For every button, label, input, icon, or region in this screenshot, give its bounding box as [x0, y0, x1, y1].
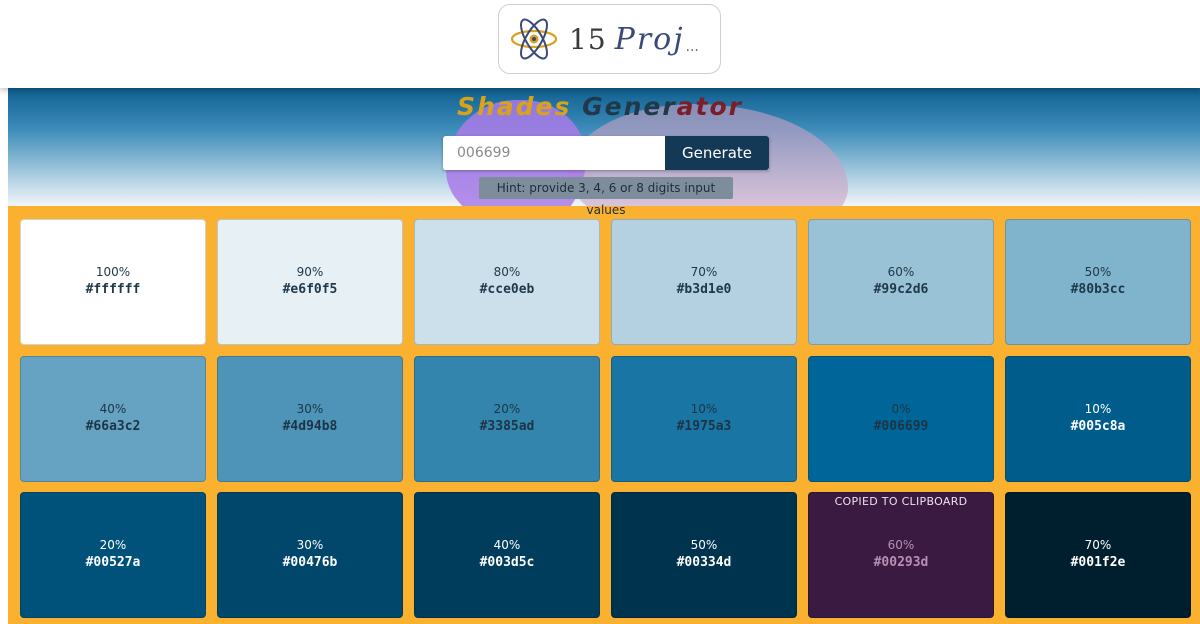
shade-percent: 70%	[690, 265, 718, 279]
shade-hex: #99c2d6	[873, 282, 929, 297]
shade-percent: 10%	[690, 402, 718, 416]
shade-percent: 20%	[493, 402, 521, 416]
input-hint: Hint: provide 3, 4, 6 or 8 digits input …	[479, 177, 733, 217]
shade-percent: 90%	[296, 265, 324, 279]
shade-hex: #3385ad	[479, 419, 535, 434]
shade-tile[interactable]: 50% #00334d	[611, 492, 797, 618]
shade-tile[interactable]: 20% #00527a	[20, 492, 206, 618]
page-title: Shades Generator	[0, 92, 1200, 121]
shade-tile[interactable]: COPIED TO CLIPBOARD 60% #00293d	[808, 492, 994, 618]
copied-notice: COPIED TO CLIPBOARD	[834, 495, 968, 508]
shade-hex: #00476b	[282, 555, 338, 570]
shade-percent: 10%	[1084, 402, 1112, 416]
shade-percent: 50%	[1084, 265, 1112, 279]
shade-percent: 0%	[891, 402, 911, 416]
shade-hex: #006699	[873, 419, 929, 434]
shade-hex: #00527a	[85, 555, 141, 570]
shade-tile[interactable]: 30% #4d94b8	[217, 356, 403, 482]
shade-tile[interactable]: 60% #99c2d6	[808, 219, 994, 345]
shade-tile[interactable]: 20% #3385ad	[414, 356, 600, 482]
shade-tile[interactable]: 10% #005c8a	[1005, 356, 1191, 482]
shade-tile[interactable]: 100% #ffffff	[20, 219, 206, 345]
generate-button[interactable]: Generate	[665, 136, 769, 170]
shade-hex: #b3d1e0	[676, 282, 732, 297]
shade-hex: #005c8a	[1070, 419, 1126, 434]
site-logo[interactable]: 15 Proj ...	[498, 4, 721, 74]
shade-percent: 80%	[493, 265, 521, 279]
shade-hex: #001f2e	[1070, 555, 1126, 570]
shade-hex: #ffffff	[85, 282, 141, 297]
title-word-gener: Gener	[582, 92, 677, 121]
shade-percent: 30%	[296, 538, 324, 552]
shade-tile[interactable]: 40% #003d5c	[414, 492, 600, 618]
shade-percent: 60%	[887, 538, 915, 552]
top-bar: 15 Proj ...	[0, 0, 1200, 88]
shade-tile[interactable]: 0% #006699	[808, 356, 994, 482]
shade-tile[interactable]: 70% #b3d1e0	[611, 219, 797, 345]
shade-tile[interactable]: 70% #001f2e	[1005, 492, 1191, 618]
shade-tile[interactable]: 40% #66a3c2	[20, 356, 206, 482]
shade-tile[interactable]: 30% #00476b	[217, 492, 403, 618]
shade-hex: #66a3c2	[85, 419, 141, 434]
shade-hex: #cce0eb	[479, 282, 535, 297]
logo-dots: ...	[685, 39, 699, 55]
color-search-form: Generate	[443, 136, 769, 170]
shade-hex: #80b3cc	[1070, 282, 1126, 297]
shade-hex: #e6f0f5	[282, 282, 338, 297]
shade-hex: #00293d	[873, 555, 929, 570]
color-input[interactable]	[443, 136, 665, 170]
shade-percent: 40%	[99, 402, 127, 416]
atom-icon	[510, 18, 558, 60]
shade-percent: 30%	[296, 402, 324, 416]
shade-tile[interactable]: 80% #cce0eb	[414, 219, 600, 345]
shade-percent: 50%	[690, 538, 718, 552]
shade-percent: 60%	[887, 265, 915, 279]
logo-script-text: Proj	[614, 21, 685, 57]
shades-grid: 100% #ffffff 90% #e6f0f5 80% #cce0eb 70% #b3d1e…	[8, 206, 1200, 624]
shade-hex: #003d5c	[479, 555, 535, 570]
shade-tile[interactable]: 50% #80b3cc	[1005, 219, 1191, 345]
shade-tile[interactable]: 10% #1975a3	[611, 356, 797, 482]
shade-hex: #1975a3	[676, 419, 732, 434]
shade-percent: 20%	[99, 538, 127, 552]
logo-number: 15	[569, 22, 607, 56]
shade-percent: 40%	[493, 538, 521, 552]
shade-hex: #4d94b8	[282, 419, 338, 434]
shade-tile[interactable]: 90% #e6f0f5	[217, 219, 403, 345]
shade-hex: #00334d	[676, 555, 732, 570]
shade-percent: 100%	[95, 265, 131, 279]
title-word-ator: ator	[676, 92, 743, 121]
title-word-shades: Shades	[456, 92, 572, 121]
shade-percent: 70%	[1084, 538, 1112, 552]
